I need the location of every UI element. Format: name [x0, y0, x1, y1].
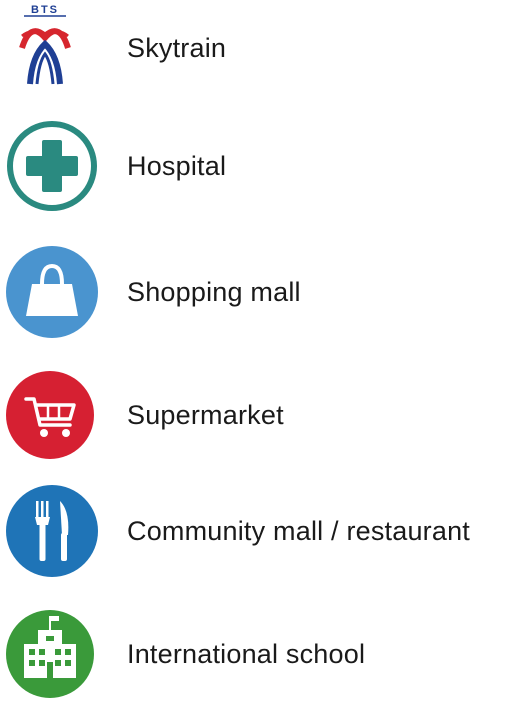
legend-item-skytrain: BTS Skytrain — [0, 0, 513, 96]
legend-label: Skytrain — [127, 33, 227, 63]
legend-item-community-mall-restaurant: Community mall / restaurant — [0, 483, 513, 579]
shopping-cart-icon — [4, 367, 100, 463]
svg-text:BTS: BTS — [31, 4, 59, 16]
bts-skytrain-logo-icon: BTS — [4, 0, 100, 96]
legend-item-hospital: Hospital — [0, 118, 513, 214]
legend-item-shopping-mall: Shopping mall — [0, 244, 513, 340]
legend-label: Hospital — [127, 151, 227, 181]
legend-label: Shopping mall — [127, 277, 301, 307]
legend-label: International school — [127, 639, 366, 669]
school-building-icon — [4, 606, 100, 702]
amenities-legend: BTS Skytrain Hospital Shopping mall Supe… — [0, 0, 513, 698]
hospital-cross-icon — [4, 118, 100, 214]
legend-item-international-school: International school — [0, 606, 513, 702]
shopping-bag-icon — [4, 244, 100, 340]
legend-item-supermarket: Supermarket — [0, 367, 513, 463]
legend-label: Supermarket — [127, 400, 284, 430]
legend-label: Community mall / restaurant — [127, 516, 471, 546]
fork-knife-icon — [4, 483, 100, 579]
